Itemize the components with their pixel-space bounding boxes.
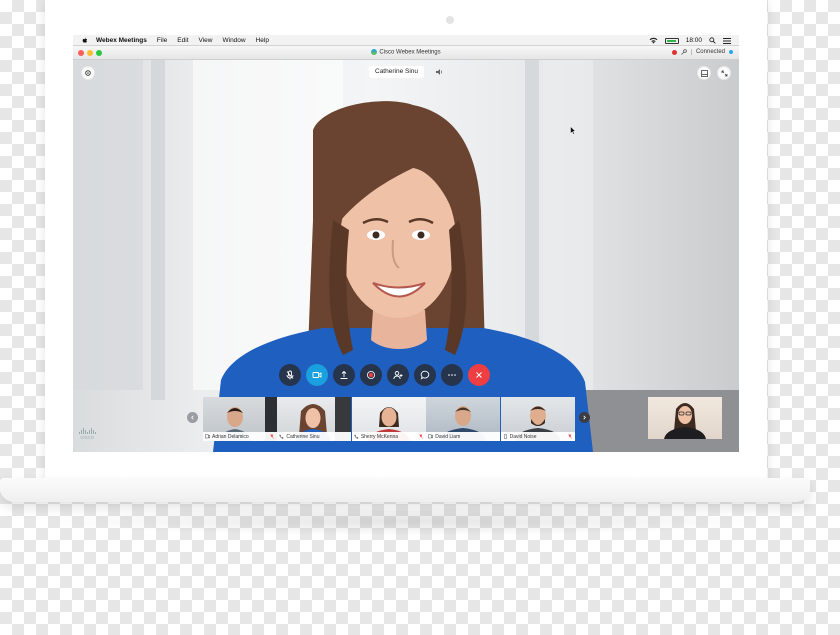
menu-file[interactable]: File bbox=[157, 37, 167, 44]
window-title: Cisco Webex Meetings bbox=[379, 49, 441, 56]
participant-tile[interactable]: Catherine Sinu bbox=[277, 397, 352, 441]
filmstrip-scroll-left-button[interactable] bbox=[187, 412, 198, 423]
cisco-logo-text: cisco bbox=[80, 435, 95, 441]
chevron-left-icon bbox=[191, 415, 194, 420]
record-button[interactable] bbox=[360, 364, 382, 386]
key-icon[interactable] bbox=[681, 49, 687, 55]
participant-name: Sherry McKenna bbox=[360, 433, 399, 440]
participants-button[interactable] bbox=[387, 364, 409, 386]
chevron-right-icon bbox=[583, 415, 586, 420]
laptop-shadow bbox=[40, 506, 770, 536]
phone-icon bbox=[354, 434, 359, 439]
participant-label: Sherry McKenna bbox=[351, 432, 426, 441]
more-dots-icon bbox=[448, 374, 456, 376]
participant-name: Adrian Delamico bbox=[212, 433, 249, 440]
connection-status-dot-icon bbox=[729, 50, 733, 54]
mobile-icon bbox=[503, 434, 507, 439]
video-device-icon bbox=[428, 434, 434, 439]
chat-bubble-icon bbox=[420, 370, 430, 380]
recording-indicator-icon bbox=[671, 49, 677, 55]
participant-tile[interactable]: David Liam bbox=[426, 397, 501, 441]
wifi-icon[interactable] bbox=[649, 37, 658, 44]
participant-label: David Liam bbox=[426, 432, 501, 441]
background-window-frame bbox=[151, 60, 165, 400]
participant-name: Catherine Sinu bbox=[286, 433, 320, 440]
menu-window[interactable]: Window bbox=[222, 37, 245, 44]
muted-microphone-icon bbox=[269, 434, 274, 439]
layout-button[interactable] bbox=[697, 66, 711, 80]
laptop-camera bbox=[446, 16, 454, 24]
spotlight-search-icon[interactable] bbox=[709, 37, 716, 44]
apple-logo-icon[interactable] bbox=[82, 37, 88, 44]
participant-tile[interactable]: Adrian Delamico bbox=[203, 397, 277, 441]
main-video-area: Catherine Sinu Adrian Delamico Catherine… bbox=[73, 60, 739, 452]
record-icon bbox=[367, 371, 375, 379]
participant-name: David Liam bbox=[435, 433, 461, 440]
participant-filmstrip: Adrian Delamico Catherine Sinu Sherry Mc… bbox=[203, 397, 575, 441]
video-button[interactable] bbox=[306, 364, 328, 386]
fullscreen-button[interactable] bbox=[717, 66, 731, 80]
video-camera-icon bbox=[312, 372, 322, 378]
laptop-base bbox=[0, 478, 810, 502]
cisco-logo-bars-icon bbox=[79, 428, 96, 434]
gear-icon bbox=[85, 70, 91, 76]
menubar-app-name[interactable]: Webex Meetings bbox=[96, 37, 147, 44]
expand-icon bbox=[721, 70, 727, 76]
background-wall bbox=[73, 60, 143, 390]
call-controls-bar bbox=[279, 364, 490, 386]
speaker-audio-icon bbox=[436, 69, 443, 75]
participant-label: Adrian Delamico bbox=[203, 432, 277, 441]
menu-help[interactable]: Help bbox=[256, 37, 269, 44]
participant-name: David Noise bbox=[509, 433, 537, 440]
webex-logo-icon bbox=[371, 49, 378, 55]
battery-level-fill bbox=[666, 39, 676, 42]
notification-center-icon[interactable] bbox=[723, 37, 731, 44]
muted-microphone-icon bbox=[418, 434, 423, 439]
participant-label: David Noise bbox=[500, 432, 575, 441]
cisco-logo: cisco bbox=[79, 428, 96, 441]
participant-label: Catherine Sinu bbox=[277, 432, 352, 441]
battery-icon[interactable] bbox=[664, 37, 679, 44]
end-call-button[interactable] bbox=[468, 364, 490, 386]
close-x-icon bbox=[476, 372, 482, 378]
participant-tile[interactable]: Sherry McKenna bbox=[351, 397, 426, 441]
video-device-icon bbox=[205, 434, 210, 439]
more-button[interactable] bbox=[441, 364, 463, 386]
mouse-cursor-icon bbox=[570, 126, 576, 135]
self-view-video[interactable] bbox=[648, 397, 722, 439]
macos-menubar: Webex Meetings File Edit View Window Hel… bbox=[73, 35, 739, 46]
connection-status[interactable]: Connected bbox=[690, 49, 725, 55]
phone-icon bbox=[279, 434, 284, 439]
window-titlebar: Cisco Webex Meetings Connected bbox=[73, 46, 739, 60]
active-speaker-name-tag: Catherine Sinu bbox=[369, 66, 424, 78]
layout-grid-icon bbox=[700, 69, 708, 77]
muted-microphone-icon bbox=[567, 434, 572, 439]
chat-button[interactable] bbox=[414, 364, 436, 386]
menu-view[interactable]: View bbox=[199, 37, 213, 44]
menu-edit[interactable]: Edit bbox=[177, 37, 188, 44]
settings-button[interactable] bbox=[81, 66, 95, 80]
add-participant-icon bbox=[393, 371, 403, 380]
laptop-screen: Webex Meetings File Edit View Window Hel… bbox=[73, 35, 739, 452]
participant-tile[interactable]: David Noise bbox=[500, 397, 575, 441]
menubar-clock[interactable]: 18:00 bbox=[686, 37, 702, 44]
share-upload-icon bbox=[340, 370, 348, 379]
self-view-person bbox=[664, 403, 706, 439]
share-button[interactable] bbox=[333, 364, 355, 386]
filmstrip-scroll-right-button[interactable] bbox=[579, 412, 590, 423]
microphone-icon bbox=[286, 370, 294, 380]
mute-button[interactable] bbox=[279, 364, 301, 386]
